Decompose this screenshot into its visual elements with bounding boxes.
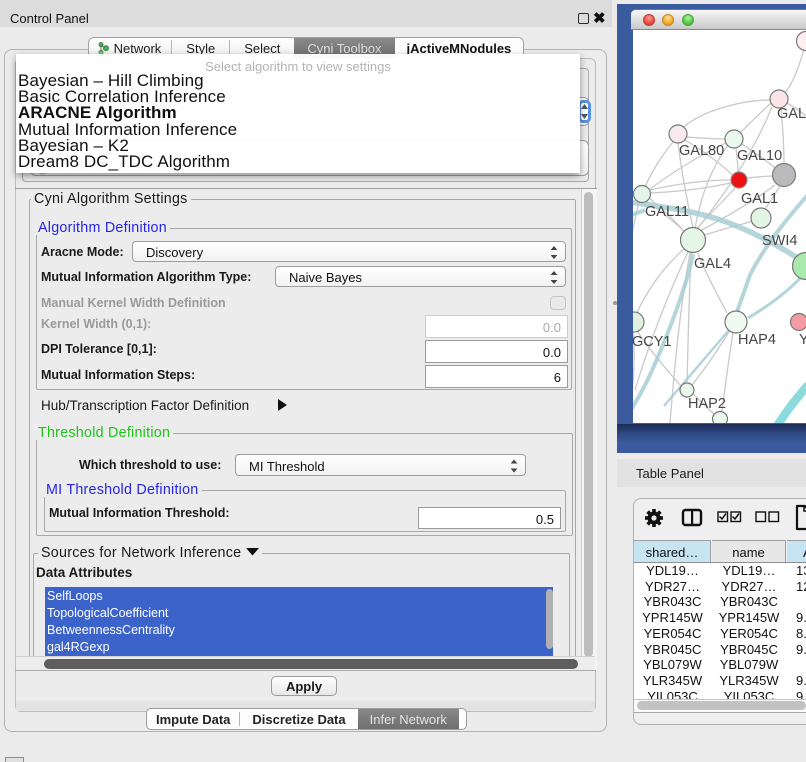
svg-text:GAL2: GAL2 — [777, 106, 806, 122]
svg-text:GAL4: GAL4 — [694, 256, 731, 272]
svg-text:GAL1: GAL1 — [741, 191, 778, 207]
svg-text:SWI4: SWI4 — [762, 233, 797, 249]
svg-text:HAP2: HAP2 — [688, 396, 726, 412]
svg-text:YM: YM — [799, 332, 806, 348]
svg-text:GAL10: GAL10 — [737, 148, 782, 164]
svg-text:GCY1: GCY1 — [633, 334, 672, 350]
svg-text:HAP4: HAP4 — [738, 332, 776, 348]
svg-text:GAL80: GAL80 — [679, 143, 724, 159]
svg-text:GAL11: GAL11 — [645, 204, 689, 220]
